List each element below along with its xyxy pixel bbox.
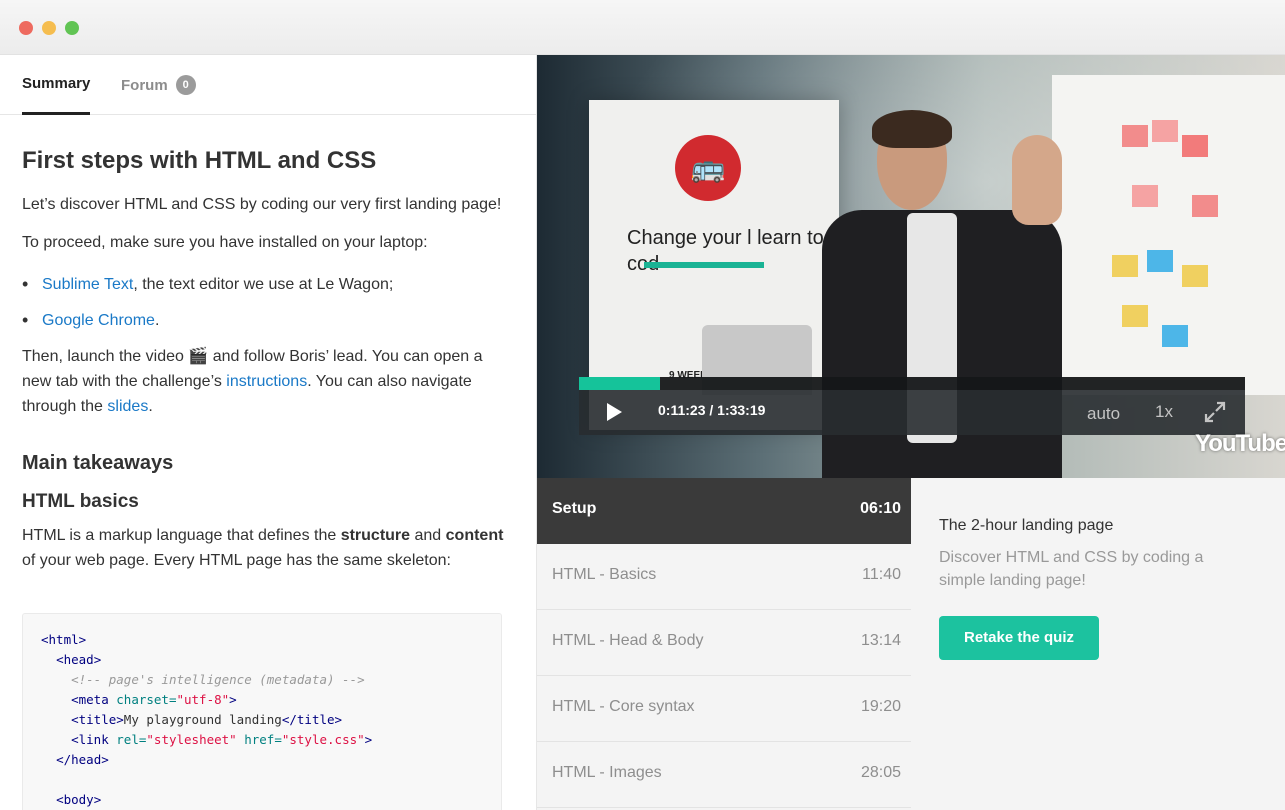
time-display: 0:11:23 / 1:33:19 [658, 402, 765, 418]
video-controls: 0:11:23 / 1:33:19 auto 1x [579, 377, 1245, 435]
code-text: My playground landing [123, 712, 282, 727]
chapter-time: 06:10 [860, 500, 901, 517]
tab-summary[interactable]: Summary [22, 75, 91, 115]
progress-bar[interactable] [579, 377, 1245, 390]
progress-fill [579, 377, 661, 390]
tab-bar: Summary Forum 0 [0, 55, 536, 115]
tab-forum-label: Forum [121, 76, 168, 94]
current-time: 0:11:23 [658, 402, 706, 418]
code-tag: </title> [281, 712, 343, 727]
requirement-text: , the text editor we use at Le Wagon; [133, 276, 394, 293]
chapter-time: 11:40 [862, 566, 901, 583]
chapter-item-html-core-syntax[interactable]: HTML - Core syntax 19:20 [537, 676, 911, 742]
code-attr: charset= [108, 692, 177, 707]
sublime-text-link[interactable]: Sublime Text [42, 276, 133, 293]
lesson-instructions-text: Then, launch the video 🎬 and follow Bori… [22, 344, 512, 419]
code-line: <body> [56, 792, 102, 807]
time-separator: / [705, 402, 718, 418]
maximize-window-button[interactable] [65, 21, 79, 35]
list-item: Sublime Text, the text editor we use at … [22, 272, 394, 297]
takeaways-heading: Main takeaways [22, 452, 174, 474]
lesson-proceed-text: To proceed, make sure you have installed… [22, 234, 428, 251]
chapter-name: HTML - Head & Body [552, 632, 704, 649]
lecture-title: The 2-hour landing page [939, 517, 1114, 534]
html-basics-text: HTML is a markup language that defines t… [22, 523, 512, 573]
code-tag: <title> [71, 712, 124, 727]
code-tag: > [364, 732, 373, 747]
requirement-text: . [154, 312, 160, 329]
chapter-item-html-head-body[interactable]: HTML - Head & Body 13:14 [537, 610, 911, 676]
chapter-name: HTML - Core syntax [552, 698, 695, 715]
requirements-list: Sublime Text, the text editor we use at … [22, 272, 393, 344]
code-line: </head> [56, 752, 109, 767]
bold-structure: structure [340, 527, 411, 544]
chapter-item-setup[interactable]: Setup 06:10 [537, 478, 911, 544]
chapter-time: 19:20 [860, 698, 901, 715]
fullscreen-icon[interactable] [1203, 400, 1227, 424]
close-window-button[interactable] [19, 21, 33, 35]
instructions-text-3: . [148, 398, 153, 415]
code-tag: <link [71, 732, 109, 747]
code-string: "utf-8" [176, 692, 230, 707]
chapter-name: HTML - Basics [552, 566, 657, 583]
html-basics-heading: HTML basics [22, 491, 139, 512]
chapter-name: Setup [552, 500, 597, 517]
instructions-link[interactable]: instructions [226, 373, 307, 390]
banner-underline [644, 262, 764, 268]
chapter-time: 13:14 [860, 632, 901, 649]
total-time: 1:33:19 [717, 402, 766, 418]
speed-button[interactable]: 1x [1155, 402, 1173, 422]
code-line: <html> [41, 632, 87, 647]
chapter-list: Setup 06:10 HTML - Basics 11:40 HTML - H… [537, 478, 911, 810]
video-player[interactable]: 🚌 Change your l learn to cod 9 WEEKS WEB… [537, 55, 1285, 478]
slides-link[interactable]: slides [107, 398, 148, 415]
bus-icon: 🚌 [675, 135, 741, 201]
code-tag: <meta [71, 692, 109, 707]
code-tag: > [229, 692, 237, 707]
lesson-panel: Summary Forum 0 First steps with HTML an… [0, 55, 537, 810]
lecture-info-panel: The 2-hour landing page Discover HTML an… [911, 478, 1285, 810]
retake-quiz-button[interactable]: Retake the quiz [939, 616, 1099, 660]
chapter-name: HTML - Images [552, 764, 662, 781]
forum-count-badge: 0 [175, 75, 196, 95]
basics-text-1: HTML is a markup language that defines t… [22, 527, 341, 544]
basics-text-2: and [410, 527, 446, 544]
banner-text: Change your l learn to cod [627, 227, 824, 275]
window-titlebar [0, 0, 1285, 55]
bold-content: content [445, 527, 504, 544]
basics-text-3: of your web page. Every HTML page has th… [22, 552, 451, 569]
code-comment: <!-- page's intelligence (metadata) --> [71, 672, 365, 687]
code-attr: rel= [108, 732, 147, 747]
chapter-item-html-images[interactable]: HTML - Images 28:05 [537, 742, 911, 808]
lesson-content: First steps with HTML and CSS Let’s disc… [22, 147, 512, 569]
chapter-time: 28:05 [860, 764, 901, 781]
minimize-window-button[interactable] [42, 21, 56, 35]
code-attr: href= [236, 732, 282, 747]
code-string: "style.css" [281, 732, 365, 747]
youtube-logo[interactable]: YouTube [1195, 430, 1285, 458]
code-line: <head> [56, 652, 102, 667]
code-string: "stylesheet" [146, 732, 237, 747]
tab-forum[interactable]: Forum 0 [121, 75, 196, 95]
lesson-intro: Let’s discover HTML and CSS by coding ou… [22, 196, 502, 213]
play-icon[interactable] [607, 403, 622, 421]
lecture-description: Discover HTML and CSS by coding a simple… [939, 549, 1204, 589]
code-block: <html> <head> <!-- page's intelligence (… [22, 613, 502, 810]
list-item: Google Chrome. [22, 308, 393, 333]
chapter-item-html-basics[interactable]: HTML - Basics 11:40 [537, 544, 911, 610]
google-chrome-link[interactable]: Google Chrome [42, 312, 155, 329]
quality-button[interactable]: auto [1087, 404, 1120, 424]
lesson-title: First steps with HTML and CSS [22, 147, 377, 174]
